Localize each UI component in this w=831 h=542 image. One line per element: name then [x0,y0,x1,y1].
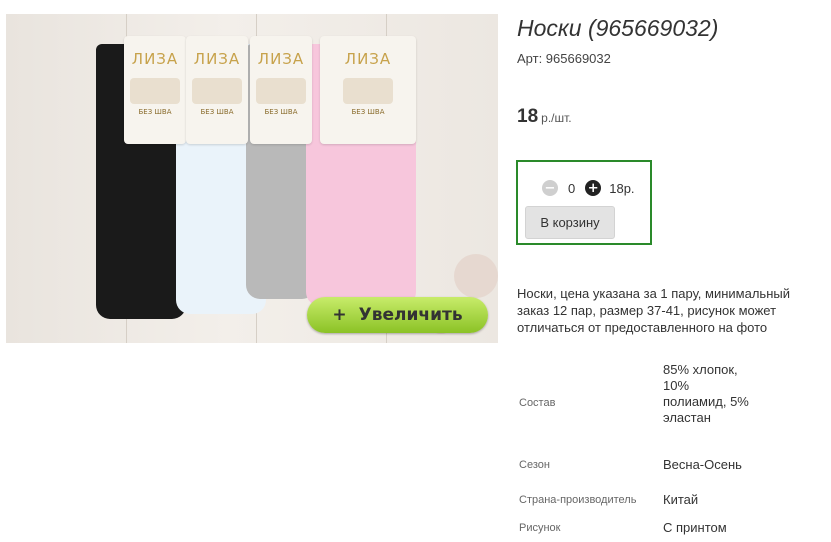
package-tag: БЕЗ ШВА [351,108,385,116]
package-brand: ЛИЗА [344,50,392,68]
package-label: ЛИЗА БЕЗ ШВА [186,36,248,144]
specs-table: Состав 85% хлопок, 10% полиамид, 5% элас… [519,362,753,542]
package-brand: ЛИЗА [257,50,305,68]
package-brand: ЛИЗА [131,50,179,68]
package-tag: БЕЗ ШВА [264,108,298,116]
plus-icon[interactable]: + [585,180,602,196]
package-picture [192,78,242,104]
product-article: Арт: 965669032 [517,51,611,66]
package-label: ЛИЗА БЕЗ ШВА [124,36,186,144]
product-photo[interactable]: ЛИЗА БЕЗ ШВА ЛИЗА БЕЗ ШВА ЛИЗА БЕЗ ШВА Л… [6,14,498,343]
package-tag: БЕЗ ШВА [138,108,172,116]
spec-key: Состав [519,397,556,409]
package-picture [130,78,180,104]
spec-value: Весна-Осень [663,457,742,472]
product-description: Носки, цена указана за 1 пару, минимальн… [517,286,790,335]
package-picture [256,78,306,104]
spec-value: 85% хлопок, 10% полиамид, 5% эластан [663,362,749,425]
spec-key: Страна-производитель [519,494,637,506]
line-price: 18р. [609,180,635,196]
add-to-cart-panel: − 0 + 18р. В корзину [516,160,652,245]
price-value: 18 [517,106,539,127]
package-label: ЛИЗА БЕЗ ШВА [320,36,416,144]
spec-value: Китай [663,492,699,507]
zoom-label: Увеличить [358,305,463,325]
price-unit: р./шт. [541,111,572,125]
spec-row: Состав 85% хлопок, 10% полиамид, 5% элас… [519,362,753,444]
spec-row: Сезон Весна-Осень [519,444,753,486]
plus-icon: + [332,305,347,325]
add-to-cart-button[interactable]: В корзину [525,206,615,239]
product-title: Носки (965669032) [517,15,719,41]
spec-key: Сезон [519,459,550,471]
package-brand: ЛИЗА [193,50,241,68]
spec-row: Страна-производитель Китай [519,486,753,514]
quantity-value[interactable]: 0 [568,181,575,196]
zoom-button[interactable]: + Увеличить [307,297,488,333]
quantity-stepper: − 0 + 18р. [542,178,635,198]
decor-flower [454,254,498,298]
product-price: 18 р./шт. [517,106,572,128]
package-picture [343,78,393,104]
minus-icon[interactable]: − [542,180,558,196]
package-tag: БЕЗ ШВА [200,108,234,116]
package-label: ЛИЗА БЕЗ ШВА [250,36,312,144]
